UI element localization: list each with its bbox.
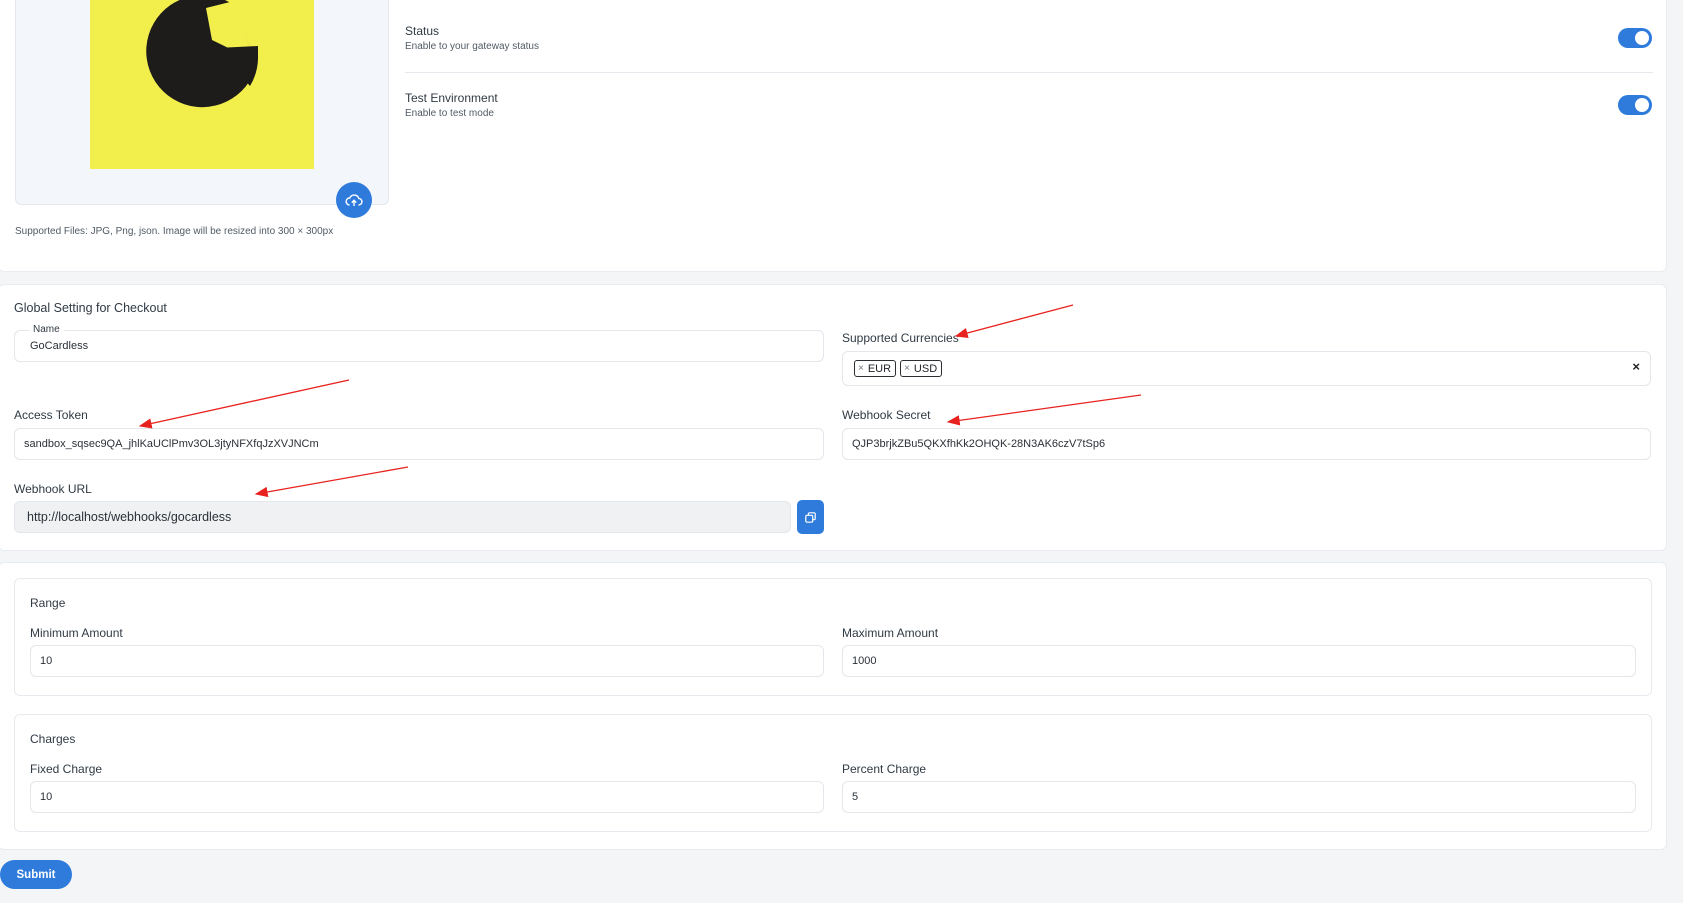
name-value: GoCardless xyxy=(30,340,89,352)
fixed-charge-input[interactable]: 10 xyxy=(30,781,824,813)
clear-all-icon[interactable]: × xyxy=(1632,359,1640,374)
webhook-secret-label: Webhook Secret xyxy=(842,408,931,422)
min-amount-label: Minimum Amount xyxy=(30,626,123,640)
gateway-logo xyxy=(90,0,314,169)
percent-charge-value: 5 xyxy=(852,791,859,803)
gateway-card: Supported Files: JPG, Png, json. Image w… xyxy=(0,0,1667,272)
webhook-secret-input[interactable]: QJP3brjkZBu5QKXfhKk2OHQK-28N3AK6czV7tSp6 xyxy=(842,428,1651,460)
currency-chip-usd[interactable]: × USD xyxy=(900,360,943,377)
access-token-input[interactable]: sandbox_sqsec9QA_jhlKaUClPmv3OL3jtyNFXfq… xyxy=(14,428,824,460)
currency-chip-eur[interactable]: × EUR xyxy=(854,360,897,377)
currencies-select[interactable]: × EUR × USD × xyxy=(842,351,1651,386)
status-label: Status xyxy=(405,24,440,38)
webhook-url-value: http://localhost/webhooks/gocardless xyxy=(27,510,232,524)
access-token-label: Access Token xyxy=(14,408,88,422)
range-title: Range xyxy=(30,596,66,610)
status-description: Enable to your gateway status xyxy=(405,41,539,52)
min-amount-value: 10 xyxy=(40,655,53,667)
name-input[interactable]: GoCardless xyxy=(14,330,824,362)
name-floating-label: Name xyxy=(29,324,64,335)
checkout-title: Global Setting for Checkout xyxy=(14,301,167,315)
webhook-url-input[interactable]: http://localhost/webhooks/gocardless xyxy=(14,501,791,533)
charges-card xyxy=(14,714,1652,832)
copy-button[interactable] xyxy=(797,500,824,534)
webhook-url-label: Webhook URL xyxy=(14,482,92,496)
fixed-charge-value: 10 xyxy=(40,791,53,803)
max-amount-value: 1000 xyxy=(852,655,877,667)
access-token-value: sandbox_sqsec9QA_jhlKaUClPmv3OL3jtyNFXfq… xyxy=(24,438,319,450)
webhook-secret-value: QJP3brjkZBu5QKXfhKk2OHQK-28N3AK6czV7tSp6 xyxy=(852,438,1106,450)
test-env-toggle[interactable] xyxy=(1618,95,1652,115)
min-amount-input[interactable]: 10 xyxy=(30,645,824,677)
supported-files-note: Supported Files: JPG, Png, json. Image w… xyxy=(15,226,334,237)
max-amount-label: Maximum Amount xyxy=(842,626,939,640)
submit-button[interactable]: Submit xyxy=(0,860,72,889)
settings-divider xyxy=(405,72,1653,73)
percent-charge-label: Percent Charge xyxy=(842,762,927,776)
remove-eur-icon[interactable]: × xyxy=(858,363,864,374)
fixed-charge-label: Fixed Charge xyxy=(30,762,103,776)
test-env-description: Enable to test mode xyxy=(405,108,494,119)
percent-charge-input[interactable]: 5 xyxy=(842,781,1636,813)
copy-icon xyxy=(805,511,816,523)
status-toggle[interactable] xyxy=(1618,28,1652,48)
range-card xyxy=(14,578,1652,696)
upload-button[interactable] xyxy=(336,182,372,218)
logo-upload-area[interactable] xyxy=(15,0,389,205)
currencies-label: Supported Currencies xyxy=(842,331,959,345)
cloud-upload-icon xyxy=(345,194,363,206)
test-env-label: Test Environment xyxy=(405,91,498,105)
remove-usd-icon[interactable]: × xyxy=(904,363,910,374)
charges-title: Charges xyxy=(30,732,76,746)
max-amount-input[interactable]: 1000 xyxy=(842,645,1636,677)
